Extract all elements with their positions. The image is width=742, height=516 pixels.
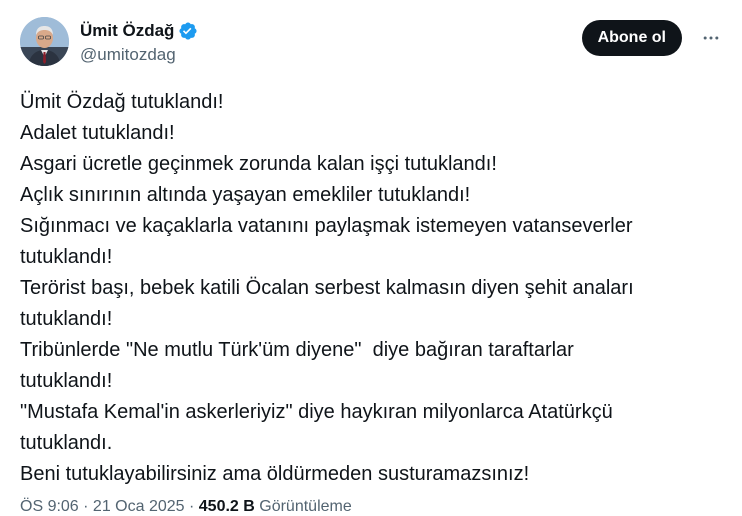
tweet-line: tutuklandı. [20, 432, 113, 454]
more-horizontal-icon[interactable] [696, 25, 726, 51]
display-name[interactable]: Ümit Özdağ [80, 21, 174, 41]
avatar[interactable] [20, 17, 69, 66]
tweet-line: Ümit Özdağ tutuklandı! [20, 91, 224, 113]
display-name-row: Ümit Özdağ [80, 20, 198, 42]
tweet-line: tutuklandı! [20, 370, 113, 392]
tweet-date: 21 Oca 2025 [92, 498, 185, 515]
follow-button[interactable]: Abone ol [581, 20, 682, 56]
tweet-line: "Mustafa Kemal'in askerleriyiz" diye hay… [20, 401, 613, 423]
tweet-line: tutuklandı! [20, 308, 113, 330]
meta-separator: · [78, 498, 93, 515]
tweet-timestamp[interactable]: ÖS 9:06 · 21 Oca 2025 [20, 498, 185, 516]
tweet-line: Açlık sınırının altında yaşayan emeklile… [20, 184, 471, 206]
tweet-line: tutuklandı! [20, 246, 113, 268]
tweet-line: Tribünlerde "Ne mutlu Türk'üm diyene" di… [20, 339, 574, 361]
tweet-time: ÖS 9:06 [20, 498, 79, 515]
meta-separator: · [184, 498, 199, 515]
author-handle[interactable]: @umitozdag [80, 45, 198, 65]
tweet-header: Ümit Özdağ @umitozdag Abone ol [20, 17, 726, 69]
tweet-line: Terörist başı, bebek katili Öcalan serbe… [20, 277, 634, 299]
verified-badge-icon[interactable] [178, 21, 198, 41]
avatar-image [20, 17, 69, 66]
views-label: Görüntüleme [254, 498, 352, 515]
tweet-text: Ümit Özdağ tutuklandı! Adalet tutuklandı… [20, 87, 722, 490]
tweet-line: Beni tutuklayabilirsiniz ama öldürmeden … [20, 463, 530, 485]
tweet-line: Adalet tutuklandı! [20, 122, 175, 144]
tweet-line: Sığınmacı ve kaçaklarla vatanını paylaşm… [20, 215, 633, 237]
views-count: 450.2 B [198, 498, 255, 515]
tweet-line: Asgari ücretle geçinmek zorunda kalan iş… [20, 153, 497, 175]
tweet-meta: ÖS 9:06 · 21 Oca 2025 · 450.2 B Görüntül… [20, 498, 352, 516]
views-link[interactable]: 450.2 B Görüntüleme [199, 498, 352, 516]
tweet-card: Ümit Özdağ @umitozdag Abone ol Ümit Özda… [0, 0, 742, 516]
author-info: Ümit Özdağ @umitozdag [80, 20, 198, 65]
